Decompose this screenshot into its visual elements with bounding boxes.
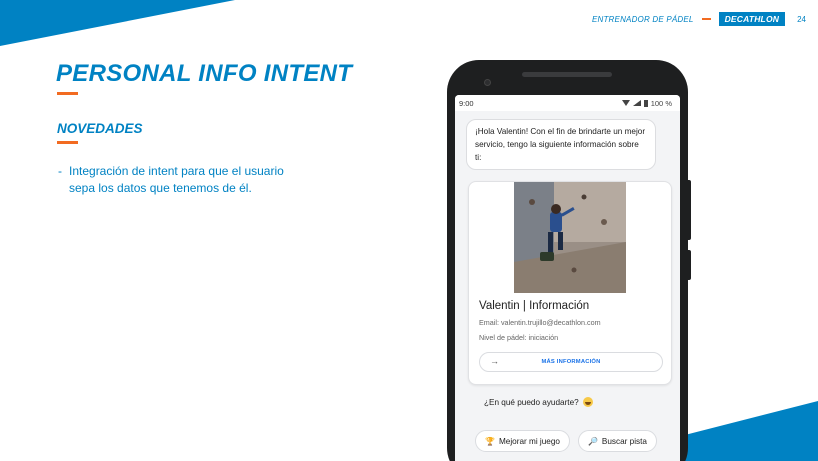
card-title: Valentin | Información bbox=[479, 300, 590, 312]
battery-icon bbox=[643, 99, 648, 107]
subtitle-underline bbox=[57, 141, 78, 144]
assistant-question: ¿En qué puedo ayudarte? bbox=[484, 397, 593, 407]
card-level: Nivel de pádel: iniciación bbox=[479, 333, 559, 342]
decathlon-logo: DECATHLON bbox=[718, 12, 786, 26]
chip-label: Mejorar mi juego bbox=[498, 436, 560, 446]
status-bar: 9:00 100 % bbox=[455, 95, 680, 111]
suggestion-chips: 🏆 Mejorar mi juego 🔎 Buscar pista bbox=[475, 430, 657, 452]
phone-camera bbox=[484, 79, 491, 86]
page-number: 24 bbox=[797, 14, 806, 24]
chip-find-court[interactable]: 🔎 Buscar pista bbox=[577, 430, 657, 452]
slide-subtitle: NOVEDADES bbox=[57, 121, 143, 136]
slide-header: ENTRENADOR DE PÁDEL DECATHLON 24 bbox=[592, 12, 806, 26]
status-icons: 100 % bbox=[621, 98, 672, 108]
wifi-icon bbox=[621, 100, 630, 106]
bullet-item: - Integración de intent para que el usua… bbox=[58, 163, 298, 196]
smile-emoji-icon bbox=[582, 397, 593, 407]
arrow-right-icon: → bbox=[490, 356, 499, 366]
trophy-icon: 🏆 bbox=[485, 436, 495, 446]
info-card: Valentin | Información Email: valentin.t… bbox=[468, 181, 672, 385]
more-info-button[interactable]: → MÁS INFORMACIÓN bbox=[479, 352, 663, 372]
phone-speaker bbox=[522, 72, 612, 77]
signal-icon bbox=[632, 100, 641, 106]
title-underline bbox=[57, 92, 78, 95]
card-email: Email: valentin.trujillo@decathlon.com bbox=[479, 318, 601, 327]
header-dash bbox=[701, 18, 711, 20]
bullet-text: Integración de intent para que el usuari… bbox=[69, 164, 284, 195]
chip-label: Buscar pista bbox=[601, 436, 647, 446]
climbing-photo bbox=[514, 182, 626, 293]
assistant-message: ¡Hola Valentin! Con el fin de brindarte … bbox=[466, 119, 656, 170]
phone-screen: 9:00 100 % ¡Hola Valentin! Con el fin de… bbox=[455, 95, 680, 461]
question-text: ¿En qué puedo ayudarte? bbox=[484, 397, 579, 407]
chip-improve-game[interactable]: 🏆 Mejorar mi juego bbox=[475, 430, 570, 452]
bullet-marker: - bbox=[58, 164, 62, 178]
top-left-decoration bbox=[0, 0, 235, 46]
section-label: ENTRENADOR DE PÁDEL bbox=[591, 14, 694, 24]
more-info-label: MÁS INFORMACIÓN bbox=[541, 359, 601, 365]
search-icon: 🔎 bbox=[587, 436, 598, 446]
status-time: 9:00 bbox=[459, 98, 474, 108]
phone-volume-button bbox=[688, 180, 691, 240]
slide-title: PERSONAL INFO INTENT bbox=[56, 60, 353, 87]
phone-power-button bbox=[688, 250, 691, 280]
battery-level: 100 % bbox=[650, 98, 672, 108]
